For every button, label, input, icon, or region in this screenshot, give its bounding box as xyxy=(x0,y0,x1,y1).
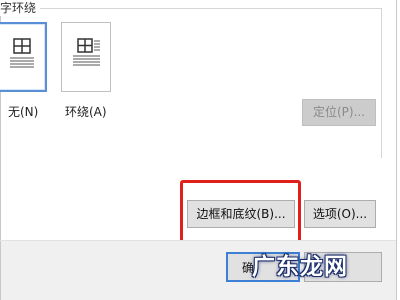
site-watermark: 广东龙网 xyxy=(252,254,348,280)
no-wrap-table-icon xyxy=(10,38,34,68)
wrapping-section-title: 字环绕 xyxy=(0,0,41,16)
wrapping-group-right-border xyxy=(381,8,382,158)
dialog-right-edge xyxy=(396,0,397,300)
wrap-around-option[interactable] xyxy=(61,22,111,92)
wrap-none-label[interactable]: 无(N) xyxy=(8,104,38,120)
wrapping-group-border xyxy=(0,8,382,9)
options-button[interactable]: 选项(O)... xyxy=(304,200,376,228)
table-properties-dialog: 字环绕 无(N) 环绕(A) 定位(P)... 边框和底纹(B)... 选项(O… xyxy=(0,0,400,300)
wrap-around-table-icon xyxy=(73,38,100,66)
wrap-around-label[interactable]: 环绕(A) xyxy=(65,104,107,120)
position-button[interactable]: 定位(P)... xyxy=(302,99,376,126)
highlight-annotation xyxy=(180,180,301,247)
wrap-none-option[interactable] xyxy=(0,22,47,92)
